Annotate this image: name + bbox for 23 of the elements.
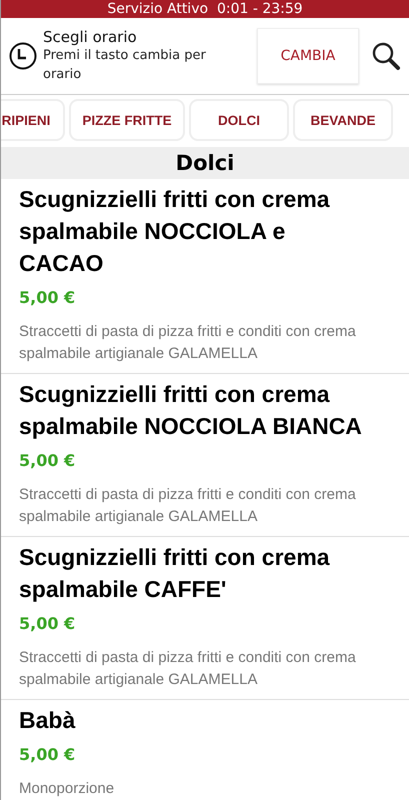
time-hint: Premi il tasto cambia per orario <box>43 47 207 84</box>
time-title: Scegli orario <box>43 28 138 46</box>
section-title: Dolci <box>1 147 409 179</box>
change-button[interactable]: CAMBIA <box>257 28 359 84</box>
product-description: Straccetti di pasta di pizza fritti e conditi con crema spalmabile artigianale GALAMELLA <box>19 322 357 364</box>
product-name: Babà <box>19 706 76 735</box>
product-name: Scugnizzielli fritti con crema spalmabile NOCCIOLA e CACAO <box>19 185 331 278</box>
product-name: Scugnizzielli fritti con crema spalmabile NOCCIOLA BIANCA <box>19 380 363 441</box>
product-price: 5,00 € <box>19 614 76 633</box>
product-name: Scugnizzielli fritti con crema spalmabile CAFFE' <box>19 543 331 604</box>
service-status: Servizio Attivo 0:01 - 23:59 <box>1 0 409 18</box>
category-tab[interactable]: BEVANDE <box>293 99 393 141</box>
product-price: 5,00 € <box>19 745 76 764</box>
product-description: Straccetti di pasta di pizza fritti e conditi con crema spalmabile artigianale GALAMELLA <box>19 485 357 527</box>
category-tab[interactable]: RIPIENI <box>1 99 65 141</box>
search-icon[interactable] <box>371 41 401 71</box>
product-description: Straccetti di pasta di pizza fritti e conditi con crema spalmabile artigianale GALAMELLA <box>19 648 357 690</box>
category-tab[interactable]: PIZZE FRITTE <box>69 99 185 141</box>
product-description: Monoporzione <box>19 779 116 799</box>
product-price: 5,00 € <box>19 451 76 470</box>
product-price: 5,00 € <box>19 288 76 307</box>
category-tab[interactable]: DOLCI <box>189 99 289 141</box>
clock-icon <box>9 42 37 70</box>
